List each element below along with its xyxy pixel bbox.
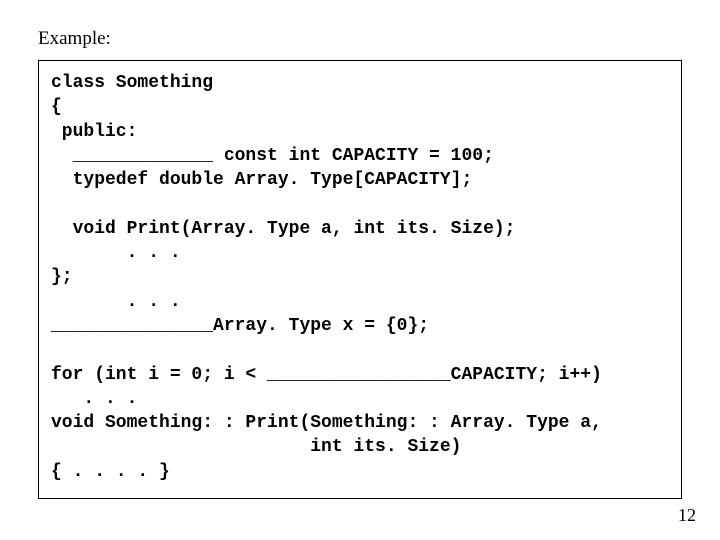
page-number: 12 (678, 505, 696, 526)
code-block: class Something { public: _____________ … (38, 60, 682, 499)
example-heading: Example: (38, 28, 682, 50)
